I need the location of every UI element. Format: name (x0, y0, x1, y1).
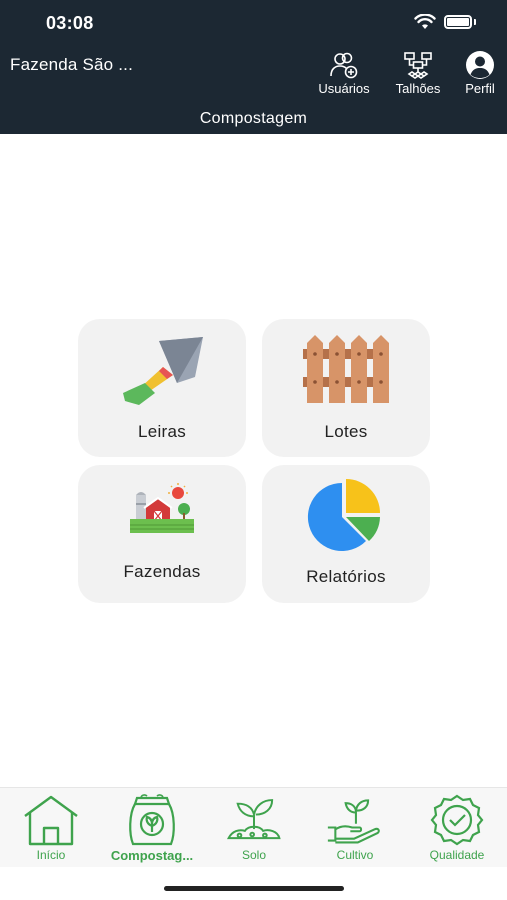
relatorios-card[interactable]: Relatórios (262, 465, 430, 603)
leiras-label: Leiras (137, 422, 187, 441)
fazendas-label: Fazendas (123, 562, 201, 581)
nav-cultivo-label: Cultivo (336, 848, 374, 862)
home-indicator (164, 886, 344, 891)
users-button[interactable]: Usuários (314, 50, 374, 96)
fields-label: Talhões (395, 81, 441, 96)
battery-cap (474, 19, 476, 25)
nav-solo-label: Solo (241, 848, 267, 862)
nav-cultivo[interactable]: Cultivo (324, 794, 386, 862)
status-bar: 03:08 (0, 0, 507, 44)
hand-plant-icon (327, 799, 380, 844)
trowel-icon (123, 337, 203, 405)
nav-inicio[interactable]: Início (22, 794, 80, 862)
bottom-nav: Início Compostag... Solo Cultivo Qualida… (0, 787, 507, 867)
profile-label: Perfil (465, 81, 495, 96)
users-label: Usuários (318, 81, 370, 96)
wifi-icon (414, 14, 436, 29)
nav-inicio-label: Início (36, 848, 66, 862)
pie-chart-icon (307, 479, 380, 551)
profile-button[interactable]: Perfil (460, 50, 500, 96)
status-time: 03:08 (46, 13, 94, 33)
lotes-card[interactable]: Lotes (262, 319, 430, 457)
farm-icon (130, 483, 194, 533)
users-add-icon (330, 52, 358, 79)
leiras-card[interactable]: Leiras (78, 319, 246, 457)
profile-icon (466, 51, 494, 79)
nav-qualidade-label: Qualidade (429, 848, 485, 862)
page-title: Compostagem (199, 110, 308, 127)
fields-button[interactable]: Talhões (390, 50, 446, 96)
fields-network-icon (404, 52, 432, 79)
nav-solo[interactable]: Solo (222, 794, 286, 862)
lotes-label: Lotes (324, 422, 368, 441)
farm-name[interactable]: Fazenda São ... (10, 55, 133, 75)
nav-compostagem-label: Compostag... (110, 848, 194, 863)
home-icon (24, 795, 78, 846)
quality-badge-icon (430, 794, 484, 846)
battery-icon (444, 15, 472, 29)
fence-icon (303, 335, 389, 403)
nav-compostagem[interactable]: Compostag... (100, 794, 204, 863)
nav-qualidade[interactable]: Qualidade (420, 794, 494, 862)
fazendas-card[interactable]: Fazendas (78, 465, 246, 603)
soil-sprout-icon (227, 799, 281, 840)
app-header: 03:08 Fazenda São ... Usuários Talhões P… (0, 0, 507, 134)
compost-bag-icon (129, 794, 175, 846)
relatorios-label: Relatórios (306, 567, 386, 586)
